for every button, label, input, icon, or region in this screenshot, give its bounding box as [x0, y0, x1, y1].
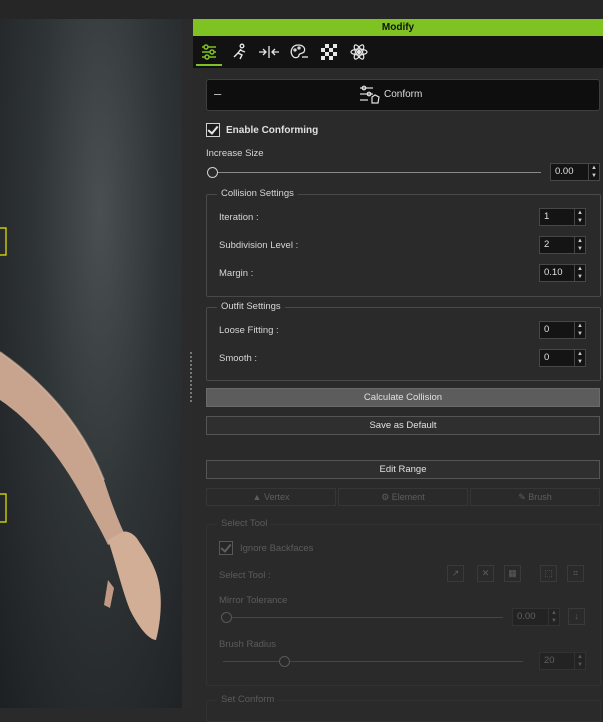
spin-arrows-icon[interactable]: ▲ ▼ — [574, 322, 585, 338]
increase-size-value: 0.00 — [555, 166, 574, 177]
spin-arrows-icon[interactable]: ▲ ▼ — [574, 265, 585, 281]
spin-arrows-icon[interactable]: ▲ ▼ — [588, 164, 599, 180]
loose-fitting-label: Loose Fitting : — [219, 325, 279, 336]
select-tool-label: Select Tool : — [219, 570, 271, 581]
conform-section-label: Conform — [384, 89, 423, 100]
mirror-tolerance-label: Mirror Tolerance — [219, 595, 288, 606]
brush-icon: ✎ — [518, 492, 526, 502]
modify-tab-bar — [193, 36, 603, 68]
vertex-icon: ▲ — [252, 492, 262, 502]
margin-value: 0.10 — [544, 267, 563, 278]
calculate-collision-button[interactable]: Calculate Collision — [206, 388, 600, 407]
iteration-value: 1 — [544, 211, 550, 222]
spin-arrows-icon[interactable]: ▲ ▼ — [574, 209, 585, 225]
selection-mode-segments: ▲ Vertex ⚙ Element ✎ Brush — [206, 488, 600, 506]
select-region-icon[interactable]: ⬚ — [540, 565, 557, 582]
mode-brush-button[interactable]: ✎ Brush — [470, 488, 600, 506]
tab-pose-runner-icon[interactable] — [226, 40, 252, 64]
character-arm-render — [0, 227, 161, 640]
conform-section-header[interactable]: – Conform — [206, 79, 600, 111]
element-icon: ⚙ — [381, 492, 390, 502]
enable-conforming-label: Enable Conforming — [226, 124, 319, 136]
panel-title: Modify — [193, 19, 603, 36]
select-arrow-icon[interactable]: ↗ — [447, 565, 464, 582]
outfit-settings-title: Outfit Settings — [217, 301, 285, 312]
increase-size-slider-handle[interactable] — [207, 167, 218, 178]
smooth-value: 0 — [544, 352, 550, 363]
mirror-tolerance-slider-track[interactable] — [223, 617, 503, 618]
subdivision-level-value: 2 — [544, 239, 550, 250]
spin-arrows-icon[interactable]: ▲ ▼ — [574, 237, 585, 253]
select-grid-icon[interactable]: ▦ — [504, 565, 521, 582]
conform-icon — [359, 84, 381, 109]
enable-conforming-row[interactable]: Enable Conforming — [206, 123, 318, 137]
brush-radius-slider-track[interactable] — [223, 661, 523, 662]
mode-element-label: Element — [391, 492, 425, 502]
select-tool-group: Select Tool Ignore Backfaces Select Tool… — [206, 518, 601, 686]
save-as-default-button[interactable]: Save as Default — [206, 416, 600, 435]
mirror-tolerance-spinbox[interactable]: 0.00 ▲ ▼ — [512, 608, 560, 626]
increase-size-slider-track[interactable] — [211, 172, 541, 173]
ignore-backfaces-row[interactable]: Ignore Backfaces — [219, 541, 313, 555]
subdivision-level-spinbox[interactable]: 2 ▲ ▼ — [539, 236, 586, 254]
brush-radius-spinbox[interactable]: 20 ▲ ▼ — [539, 652, 586, 670]
tab-palette-icon[interactable] — [286, 40, 312, 64]
modify-panel: Modify – Conform Enable Conforming Incre — [193, 19, 603, 722]
outfit-settings-group: Outfit Settings Loose Fitting : 0 ▲ ▼ Smo… — [206, 301, 601, 381]
selection-bracket-top — [0, 227, 7, 256]
tab-morph-arrows-icon[interactable] — [256, 40, 282, 64]
mirror-down-arrow-icon[interactable]: ↓ — [568, 608, 585, 625]
margin-label: Margin : — [219, 268, 254, 279]
iteration-spinbox[interactable]: 1 ▲ ▼ — [539, 208, 586, 226]
increase-size-label: Increase Size — [206, 148, 264, 159]
enable-conforming-checkbox[interactable] — [206, 123, 220, 137]
mode-vertex-button[interactable]: ▲ Vertex — [206, 488, 336, 506]
brush-radius-slider-handle[interactable] — [279, 656, 290, 667]
spin-arrows-icon[interactable]: ▲ ▼ — [548, 609, 559, 625]
collapse-icon[interactable]: – — [214, 86, 221, 101]
loose-fitting-spinbox[interactable]: 0 ▲ ▼ — [539, 321, 586, 339]
splitter-grip-icon[interactable] — [190, 352, 192, 402]
collision-settings-group: Collision Settings Iteration : 1 ▲ ▼ Subd… — [206, 188, 601, 297]
edit-range-button[interactable]: Edit Range — [206, 460, 600, 479]
select-tool-title: Select Tool — [217, 518, 272, 529]
top-toolbar-strip — [0, 0, 603, 19]
tab-atom-physics-icon[interactable] — [346, 40, 372, 64]
selection-bracket-bottom — [0, 493, 7, 523]
collision-settings-title: Collision Settings — [217, 188, 298, 199]
subdivision-level-label: Subdivision Level : — [219, 240, 299, 251]
set-conform-title: Set Conform — [217, 694, 279, 705]
mode-vertex-label: Vertex — [263, 492, 290, 502]
iteration-label: Iteration : — [219, 212, 259, 223]
ignore-backfaces-checkbox[interactable] — [219, 541, 233, 555]
increase-size-spinbox[interactable]: 0.00 ▲ ▼ — [550, 163, 600, 181]
smooth-label: Smooth : — [219, 353, 258, 364]
mode-element-button[interactable]: ⚙ Element — [338, 488, 468, 506]
smooth-spinbox[interactable]: 0 ▲ ▼ — [539, 349, 586, 367]
margin-spinbox[interactable]: 0.10 ▲ ▼ — [539, 264, 586, 282]
spin-arrows-icon[interactable]: ▲ ▼ — [574, 350, 585, 366]
set-conform-group: Set Conform — [206, 694, 601, 722]
select-cross-icon[interactable]: ✕ — [477, 565, 494, 582]
viewport-3d[interactable] — [0, 0, 182, 708]
select-lasso-icon[interactable]: ⌗ — [567, 565, 584, 582]
mirror-tolerance-slider-handle[interactable] — [221, 612, 232, 623]
loose-fitting-value: 0 — [544, 324, 550, 335]
ignore-backfaces-label: Ignore Backfaces — [240, 542, 314, 554]
tab-checker-texture-icon[interactable] — [316, 40, 342, 64]
brush-radius-value: 20 — [544, 655, 555, 666]
spin-arrows-icon[interactable]: ▲ ▼ — [574, 653, 585, 669]
tab-sliders-icon[interactable] — [196, 40, 222, 66]
brush-radius-label: Brush Radius — [219, 639, 277, 650]
mirror-tolerance-value: 0.00 — [517, 611, 536, 622]
mode-brush-label: Brush — [528, 492, 552, 502]
